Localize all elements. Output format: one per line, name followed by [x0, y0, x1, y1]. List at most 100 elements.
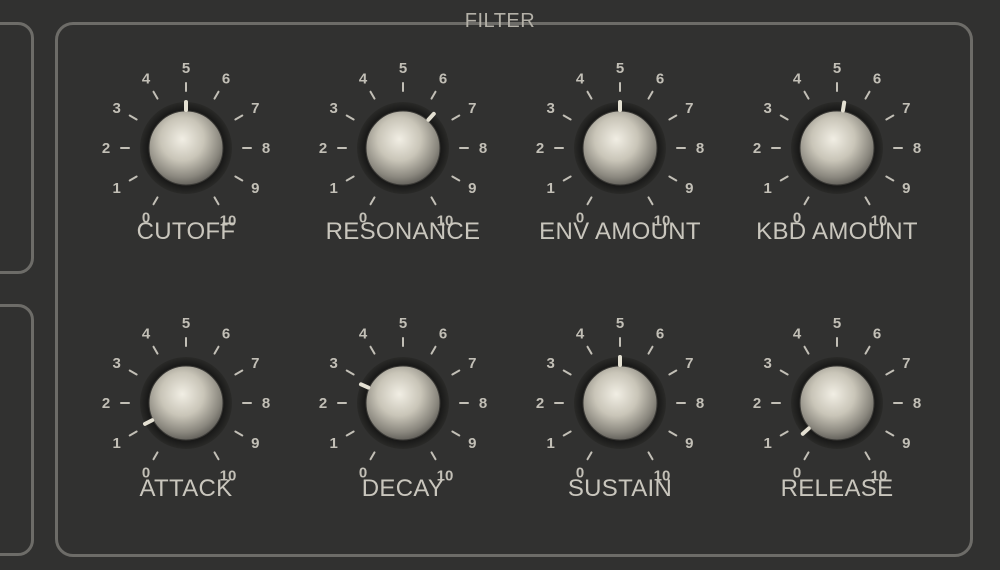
scale-number: 9	[685, 180, 693, 197]
scale-number: 9	[468, 435, 476, 452]
scale-number: 9	[902, 180, 910, 197]
scale-number: 3	[113, 355, 121, 372]
scale-tick	[369, 451, 376, 461]
scale-number: 7	[468, 355, 476, 372]
scale-tick	[647, 345, 654, 355]
scale-tick	[647, 196, 654, 206]
scale-number: 8	[479, 140, 487, 157]
scale-tick	[864, 196, 871, 206]
scale-number: 3	[547, 100, 555, 117]
scale-number: 6	[656, 71, 664, 88]
knob-unit-resonance: 0 1 2 3 4 5 6 7 8 9 10 RESONANCE	[303, 0, 503, 245]
scale-tick	[864, 451, 871, 461]
scale-tick	[803, 196, 810, 206]
scale-tick	[562, 114, 572, 121]
scale-tick	[152, 345, 159, 355]
resonance-knob-dial: 012345678910	[319, 60, 487, 230]
scale-number: 9	[685, 435, 693, 452]
resonance-knob[interactable]	[365, 110, 441, 186]
scale-tick	[451, 430, 461, 437]
left-panel-bottom-edge	[0, 304, 34, 556]
sustain-knob[interactable]	[582, 365, 658, 441]
scale-tick	[234, 430, 244, 437]
knob-unit-sustain: 0 1 2 3 4 5 6 7 8 9 10 SUSTAIN	[520, 255, 720, 502]
scale-tick	[668, 175, 678, 182]
scale-number: 8	[262, 140, 270, 157]
scale-number: 9	[468, 180, 476, 197]
scale-number: 6	[222, 71, 230, 88]
resonance-label: RESONANCE	[325, 218, 481, 245]
scale-tick	[647, 90, 654, 100]
scale-number: 1	[764, 435, 772, 452]
scale-number: 2	[536, 140, 544, 157]
scale-tick	[779, 430, 789, 437]
scale-number: 7	[685, 100, 693, 117]
attack-knob[interactable]	[148, 365, 224, 441]
knob-unit-cutoff: 0 1 2 3 4 5 6 7 8 9 10 CUTOFF	[86, 0, 286, 245]
attack-label: ATTACK	[139, 475, 233, 502]
scale-number: 5	[399, 315, 407, 332]
scale-number: 9	[251, 435, 259, 452]
scale-number: 4	[576, 326, 585, 343]
scale-tick	[345, 175, 355, 182]
scale-tick	[779, 369, 789, 376]
scale-tick	[451, 114, 461, 121]
scale-number: 5	[182, 315, 190, 332]
scale-number: 8	[913, 395, 921, 412]
scale-number: 7	[902, 355, 910, 372]
scale-number: 4	[359, 326, 368, 343]
scale-number: 6	[873, 326, 881, 343]
release-knob[interactable]	[799, 365, 875, 441]
scale-number: 8	[696, 395, 704, 412]
scale-number: 4	[142, 71, 151, 88]
scale-number: 7	[251, 355, 259, 372]
scale-tick	[668, 430, 678, 437]
scale-tick	[345, 369, 355, 376]
scale-number: 3	[330, 100, 338, 117]
attack-knob-dial: 012345678910	[102, 315, 270, 485]
scale-number: 6	[439, 326, 447, 343]
scale-tick	[803, 451, 810, 461]
scale-tick	[885, 430, 895, 437]
scale-tick	[213, 196, 220, 206]
scale-number: 8	[696, 140, 704, 157]
env-amount-knob-dial: 012345678910	[536, 60, 704, 230]
scale-tick	[668, 369, 678, 376]
decay-knob-dial: 012345678910	[319, 315, 487, 485]
scale-number: 4	[359, 71, 368, 88]
cutoff-knob-dial: 012345678910	[102, 60, 270, 230]
scale-tick	[128, 114, 138, 121]
kbd-amount-indicator	[840, 100, 847, 113]
cutoff-knob[interactable]	[148, 110, 224, 186]
decay-knob[interactable]	[365, 365, 441, 441]
scale-tick	[369, 345, 376, 355]
env-amount-knob[interactable]	[582, 110, 658, 186]
scale-tick	[152, 451, 159, 461]
scale-number: 4	[793, 71, 802, 88]
scale-tick	[647, 451, 654, 461]
scale-number: 4	[142, 326, 151, 343]
kbd-amount-knob[interactable]	[799, 110, 875, 186]
scale-tick	[779, 114, 789, 121]
scale-tick	[234, 114, 244, 121]
scale-tick	[369, 196, 376, 206]
scale-tick	[803, 345, 810, 355]
scale-tick	[430, 345, 437, 355]
scale-tick	[128, 369, 138, 376]
scale-tick	[586, 196, 593, 206]
scale-number: 7	[251, 100, 259, 117]
sustain-label: SUSTAIN	[567, 475, 673, 502]
scale-tick	[128, 430, 138, 437]
scale-number: 6	[222, 326, 230, 343]
cutoff-label: CUTOFF	[136, 218, 236, 245]
scale-number: 4	[793, 326, 802, 343]
scale-number: 1	[764, 180, 772, 197]
scale-number: 3	[764, 100, 772, 117]
scale-number: 2	[753, 395, 761, 412]
knob-unit-env-amount: 0 1 2 3 4 5 6 7 8 9 10 ENV AMOUNT	[520, 0, 720, 245]
scale-number: 8	[913, 140, 921, 157]
scale-number: 1	[113, 180, 121, 197]
scale-tick	[562, 175, 572, 182]
scale-tick	[234, 369, 244, 376]
decay-label: DECAY	[361, 475, 445, 502]
